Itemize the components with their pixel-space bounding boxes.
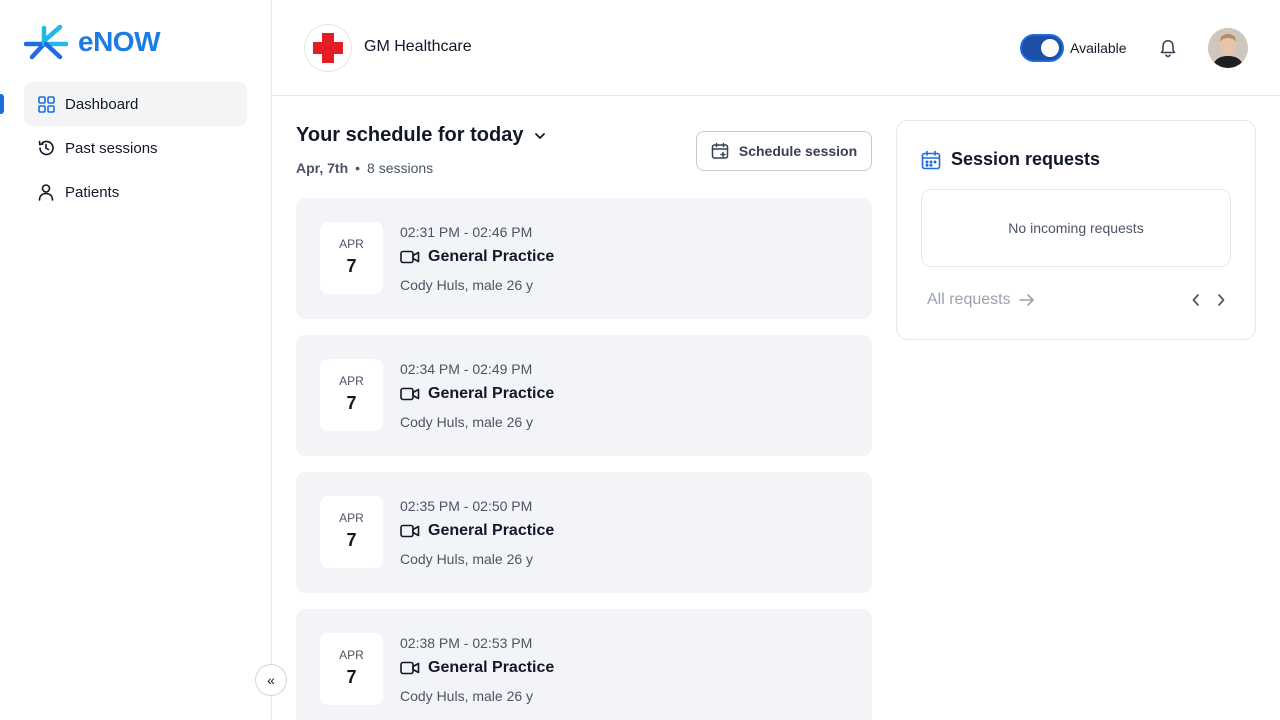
arrow-right-icon (1018, 294, 1034, 306)
requests-header: Session requests (921, 149, 1100, 170)
session-day: 7 (346, 393, 357, 413)
avatar[interactable] (1208, 28, 1248, 68)
sidebar-item-label: Past sessions (65, 139, 158, 157)
user-icon (37, 183, 55, 201)
chevron-right-icon (1218, 294, 1225, 306)
session-time: 02:31 PM - 02:46 PM (400, 224, 533, 240)
session-date-box: APR 7 (320, 222, 383, 294)
all-requests-link[interactable]: All requests (927, 291, 1035, 309)
empty-text: No incoming requests (1008, 220, 1144, 236)
enow-logo-icon (24, 24, 68, 60)
schedule-title-dropdown[interactable]: Your schedule for today (296, 124, 547, 147)
sidebar-item-label: Patients (65, 183, 120, 201)
video-icon (400, 524, 420, 538)
session-card[interactable]: APR 7 02:35 PM - 02:50 PM General Practi… (296, 472, 872, 593)
sidebar-nav: Dashboard Past sessions Patients (0, 82, 247, 214)
session-patient: Cody Huls, male 26 y (400, 414, 534, 430)
org-logo (304, 24, 352, 72)
bell-icon (1160, 40, 1176, 58)
session-month: APR (339, 374, 364, 388)
requests-title: Session requests (951, 149, 1101, 169)
session-date-box: APR 7 (320, 359, 383, 431)
availability-toggle[interactable] (1020, 34, 1064, 62)
chevrons-left-icon: « (267, 672, 275, 688)
session-requests-panel: Session requests No incoming requests Al… (896, 120, 1256, 340)
session-date-box: APR 7 (320, 496, 383, 568)
session-type: General Practice (400, 522, 554, 540)
session-patient: Cody Huls, male 26 y (400, 688, 534, 704)
toggle-knob (1041, 39, 1059, 57)
sidebar-item-label: Dashboard (65, 95, 139, 113)
sidebar-item-dashboard[interactable]: Dashboard (0, 82, 247, 126)
schedule-date: Apr, 7th (296, 160, 349, 176)
session-patient: Cody Huls, male 26 y (400, 551, 534, 567)
session-day: 7 (346, 530, 357, 550)
notifications-button[interactable] (1157, 37, 1179, 59)
video-icon (400, 250, 420, 264)
session-month: APR (339, 648, 364, 662)
red-cross-icon (313, 33, 343, 63)
schedule-session-label: Schedule session (738, 143, 858, 159)
requests-prev-button[interactable] (1187, 291, 1205, 309)
requests-next-button[interactable] (1212, 291, 1230, 309)
session-card[interactable]: APR 7 02:31 PM - 02:46 PM General Practi… (296, 198, 872, 319)
session-day: 7 (346, 667, 357, 687)
app-name: eNOW (78, 26, 161, 57)
calendar-plus-icon (711, 142, 729, 159)
active-indicator (0, 94, 4, 114)
chevron-left-icon (1192, 294, 1199, 306)
chevron-down-icon (535, 132, 546, 139)
sidebar-item-past-sessions[interactable]: Past sessions (24, 126, 247, 170)
session-day: 7 (346, 256, 357, 276)
org-name: GM Healthcare (364, 38, 472, 55)
sidebar: eNOW Dashboard Past sessions Patients (0, 0, 272, 720)
session-card[interactable]: APR 7 02:34 PM - 02:49 PM General Practi… (296, 335, 872, 456)
session-month: APR (339, 511, 364, 525)
session-type: General Practice (400, 659, 554, 677)
session-type: General Practice (400, 248, 554, 266)
page-title: Your schedule for today (296, 124, 524, 146)
schedule-subtitle: Apr, 7th • 8 sessions (296, 160, 433, 176)
session-type-label: General Practice (428, 248, 555, 265)
session-type-label: General Practice (428, 385, 555, 402)
session-month: APR (339, 237, 364, 251)
availability-label: Available (1070, 40, 1127, 56)
session-patient: Cody Huls, male 26 y (400, 277, 534, 293)
sidebar-item-patients[interactable]: Patients (24, 170, 247, 214)
video-icon (400, 387, 420, 401)
session-type: General Practice (400, 385, 554, 403)
user-avatar-icon (1208, 28, 1248, 68)
app-root: eNOW Dashboard Past sessions Patients « … (0, 0, 1280, 720)
video-icon (400, 661, 420, 675)
top-header: GM Healthcare Available (272, 0, 1280, 96)
calendar-icon (921, 150, 941, 169)
history-icon (37, 139, 55, 157)
session-type-label: General Practice (428, 522, 555, 539)
separator-dot: • (355, 160, 361, 176)
session-card[interactable]: APR 7 02:38 PM - 02:53 PM General Practi… (296, 609, 872, 720)
session-type-label: General Practice (428, 659, 555, 676)
schedule-session-button[interactable]: Schedule session (696, 131, 872, 171)
requests-empty-state: No incoming requests (921, 189, 1231, 267)
grid-icon (37, 95, 55, 113)
session-count: 8 sessions (367, 160, 434, 176)
session-time: 02:38 PM - 02:53 PM (400, 635, 533, 651)
session-time: 02:34 PM - 02:49 PM (400, 361, 533, 377)
session-date-box: APR 7 (320, 633, 383, 705)
session-time: 02:35 PM - 02:50 PM (400, 498, 533, 514)
app-logo[interactable]: eNOW (24, 22, 161, 62)
all-requests-label: All requests (927, 291, 1011, 308)
collapse-sidebar-button[interactable]: « (255, 664, 287, 696)
